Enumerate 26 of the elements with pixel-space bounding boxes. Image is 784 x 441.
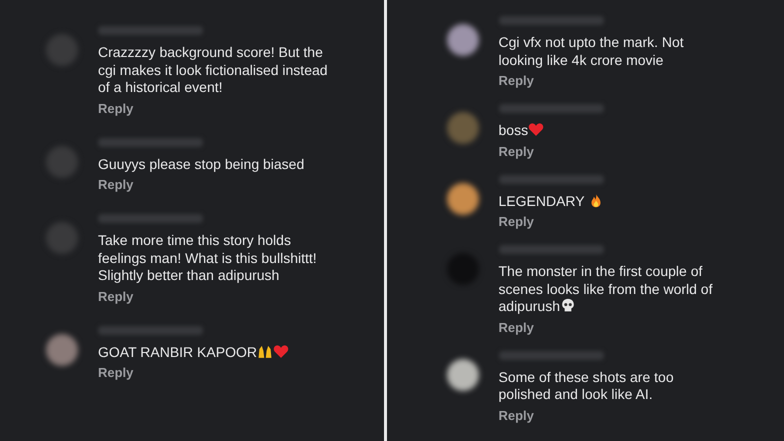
comment-text: The monster in the first couple of scenes looks like from the world of adipurush — [498, 263, 714, 316]
reply-link[interactable]: Reply — [98, 177, 134, 192]
comment-text: boss — [498, 122, 720, 140]
comment-text: Cgi vfx not upto the mark. Not looking like 4k crore movie — [498, 34, 685, 69]
reply-link[interactable]: Reply — [98, 288, 134, 304]
comment-text: Crazzzzy background score! But the cgi makes it look fictionalised instead of a historical event! — [98, 44, 329, 96]
reply-link[interactable]: Reply — [498, 73, 534, 88]
avatar-placeholder[interactable] — [46, 334, 78, 366]
reply-link[interactable]: Reply — [98, 365, 134, 380]
skull-icon — [560, 298, 576, 313]
comment-text: LEGENDARY — [498, 192, 720, 210]
comment-text: Take more time this story holds feelings man! What is this bullshittt! Slightly better than adipurush — [98, 232, 318, 284]
heart-icon — [528, 122, 544, 137]
avatar-placeholder[interactable] — [446, 24, 478, 56]
comment-text: Guuyys please stop being biased — [98, 156, 306, 173]
heart-icon — [272, 344, 289, 358]
reply-link[interactable]: Reply — [498, 144, 534, 158]
reply-link[interactable]: Reply — [498, 320, 534, 334]
reply-link[interactable]: Reply — [498, 214, 534, 229]
comment-text: GOAT RANBIR KAPOOR — [98, 344, 336, 361]
reply-link[interactable]: Reply — [498, 408, 534, 422]
raised-hands-icon — [256, 344, 273, 358]
comment-text: Some of these shots are too polished and look like AI. — [498, 368, 675, 404]
avatar-placeholder[interactable] — [446, 182, 478, 214]
reply-link[interactable]: Reply — [98, 100, 134, 116]
avatar-placeholder[interactable] — [446, 358, 478, 390]
